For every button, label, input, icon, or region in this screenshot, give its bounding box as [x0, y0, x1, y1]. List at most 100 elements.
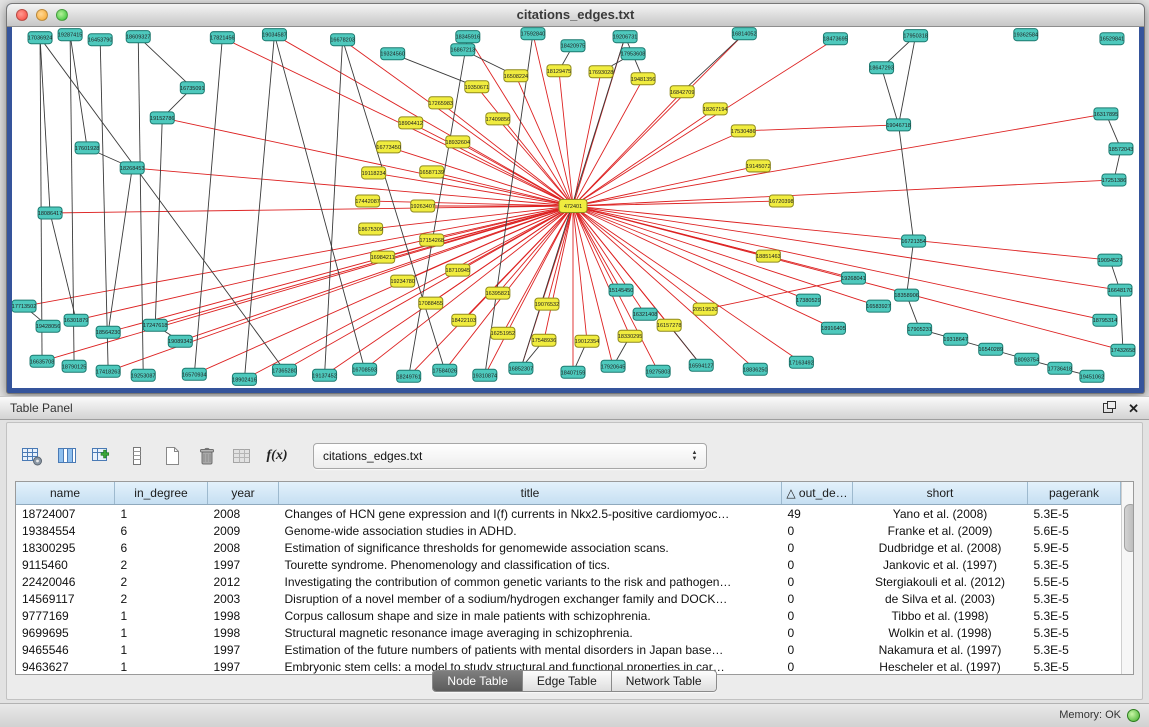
graph-node[interactable]: 19145072 — [746, 160, 770, 172]
column-header-out-degree[interactable]: △ out_de… — [782, 482, 853, 505]
tab-network-table[interactable]: Network Table — [612, 671, 716, 691]
graph-node[interactable]: 16317895 — [1094, 108, 1118, 120]
graph-node[interactable]: 18129475 — [547, 65, 571, 77]
graph-node[interactable]: 17154268 — [420, 234, 444, 246]
graph-node[interactable]: 18932604 — [446, 136, 470, 148]
column-chooser-icon[interactable] — [54, 443, 80, 469]
window-titlebar[interactable]: citations_edges.txt — [7, 4, 1144, 27]
graph-node[interactable]: 18268453 — [120, 162, 144, 174]
graph-node[interactable]: 18330295 — [618, 330, 642, 342]
graph-node[interactable]: 18675309 — [358, 223, 382, 235]
graph-node[interactable]: 16594127 — [689, 359, 713, 371]
graph-node[interactable]: 17592840 — [521, 28, 545, 40]
graph-node[interactable]: 16540289 — [978, 343, 1002, 355]
table-scrollbar[interactable] — [1121, 482, 1133, 674]
graph-node[interactable]: 19137452 — [312, 369, 336, 381]
graph-node[interactable]: 19094527 — [1098, 254, 1122, 266]
close-panel-icon[interactable]: ✕ — [1128, 402, 1139, 415]
dropdown-stepper-icon[interactable]: ▲▼ — [687, 447, 702, 464]
graph-node[interactable]: 19152786 — [150, 112, 174, 124]
network-canvas[interactable]: 4724012051952016157278183302951901235417… — [12, 27, 1139, 388]
graph-node[interactable]: 18904412 — [398, 117, 422, 129]
graph-node[interactable]: 17365280 — [272, 364, 296, 376]
float-panel-icon[interactable] — [1103, 401, 1116, 415]
tab-node-table[interactable]: Node Table — [433, 671, 523, 691]
graph-node[interactable]: 18407159 — [561, 366, 585, 378]
graph-node[interactable]: 19118234 — [362, 167, 386, 179]
memory-status-indicator[interactable] — [1127, 709, 1140, 722]
graph-node[interactable]: 16678203 — [330, 34, 354, 46]
graph-node[interactable]: 16508224 — [504, 70, 528, 82]
graph-node[interactable]: 18790125 — [62, 360, 86, 372]
graph-node[interactable]: 18345916 — [456, 31, 480, 43]
graph-node[interactable]: 16583927 — [866, 300, 890, 312]
graph-node[interactable]: 16814052 — [732, 28, 756, 40]
graph-node[interactable]: 18420975 — [561, 40, 585, 52]
graph-node[interactable]: 17380529 — [796, 294, 820, 306]
graph-node[interactable]: 18851463 — [756, 250, 780, 262]
graph-node[interactable]: 19234780 — [390, 275, 414, 287]
graph-node[interactable]: 18647293 — [869, 62, 893, 74]
table-row[interactable]: 969969511998Structural magnetic resonanc… — [16, 624, 1121, 641]
table-row[interactable]: 946554611997Estimation of the future num… — [16, 641, 1121, 658]
graph-node[interactable]: 18916405 — [821, 322, 845, 334]
graph-node[interactable]: 16157278 — [657, 319, 681, 331]
graph-node[interactable]: 16648170 — [1108, 284, 1132, 296]
table-row[interactable]: 1456911722003Disruption of a novel membe… — [16, 590, 1121, 607]
table-row[interactable]: 1938455462009Genome-wide association stu… — [16, 522, 1121, 539]
new-file-icon[interactable] — [159, 443, 185, 469]
graph-node[interactable]: 472401 — [559, 199, 587, 212]
graph-node[interactable]: 17247618 — [143, 319, 167, 331]
graph-node[interactable]: 15145450 — [609, 284, 633, 296]
graph-node[interactable]: 16720398 — [769, 195, 793, 207]
graph-node[interactable]: 16587139 — [420, 166, 444, 178]
function-icon[interactable]: f(x) — [264, 443, 290, 469]
graph-node[interactable]: 17736418 — [1048, 362, 1072, 374]
table-source-dropdown[interactable]: citations_edges.txt ▲▼ — [313, 443, 707, 469]
column-header-pagerank[interactable]: pagerank — [1028, 482, 1121, 505]
graph-node[interactable]: 17036924 — [28, 32, 52, 44]
graph-node[interactable]: 18902416 — [232, 373, 256, 385]
graph-node[interactable]: 18093754 — [1015, 353, 1039, 365]
graph-node[interactable]: 16321408 — [633, 308, 657, 320]
graph-node[interactable]: 16570934 — [182, 368, 206, 380]
table-scrollbar-thumb[interactable] — [1124, 504, 1134, 552]
graph-node[interactable]: 18267194 — [703, 103, 727, 115]
graph-node[interactable]: 16529841 — [1100, 33, 1124, 45]
graph-node[interactable]: 17530486 — [731, 125, 755, 137]
graph-node[interactable]: 18358906 — [894, 289, 918, 301]
graph-node[interactable]: 17953608 — [621, 48, 645, 60]
table-row[interactable]: 1872400712008Changes of HCN gene express… — [16, 505, 1121, 523]
graph-node[interactable]: 17088455 — [419, 297, 443, 309]
graph-node[interactable]: 19012354 — [575, 335, 599, 347]
table-row[interactable]: 911546021997Tourette syndrome. Phenomeno… — [16, 556, 1121, 573]
graph-node[interactable]: 18473695 — [823, 33, 847, 45]
graph-node[interactable]: 18564230 — [96, 326, 120, 338]
graph-node[interactable]: 17548936 — [532, 334, 556, 346]
graph-node[interactable]: 18795314 — [1093, 314, 1117, 326]
graph-node[interactable]: 19206731 — [613, 31, 637, 43]
graph-node[interactable]: 18836250 — [743, 363, 767, 375]
graph-node[interactable]: 17950318 — [903, 30, 927, 42]
graph-node[interactable]: 16867213 — [451, 44, 475, 56]
graph-node[interactable]: 19350671 — [465, 81, 489, 93]
graph-node[interactable]: 16852307 — [509, 362, 533, 374]
graph-node[interactable]: 18710945 — [446, 264, 470, 276]
graph-node[interactable]: 19324560 — [380, 48, 404, 60]
graph-node[interactable]: 19263407 — [410, 200, 434, 212]
graph-node[interactable]: 16735091 — [180, 82, 204, 94]
column-header-title[interactable]: title — [279, 482, 782, 505]
table-options-icon[interactable] — [19, 443, 45, 469]
table-disabled-icon[interactable] — [229, 443, 255, 469]
graph-node[interactable]: 18422103 — [452, 314, 476, 326]
graph-node[interactable]: 16635708 — [30, 355, 54, 367]
graph-node[interactable]: 17693028 — [589, 66, 613, 78]
graph-node[interactable]: 17418263 — [96, 365, 120, 377]
graph-node[interactable]: 19451062 — [1080, 370, 1104, 382]
graph-node[interactable]: 17442087 — [355, 195, 379, 207]
graph-node[interactable]: 16721354 — [901, 235, 925, 247]
column-header-in-degree[interactable]: in_degree — [115, 482, 208, 505]
column-header-name[interactable]: name — [16, 482, 115, 505]
graph-node[interactable]: 16251952 — [491, 327, 515, 339]
graph-node[interactable]: 19287415 — [58, 29, 82, 41]
